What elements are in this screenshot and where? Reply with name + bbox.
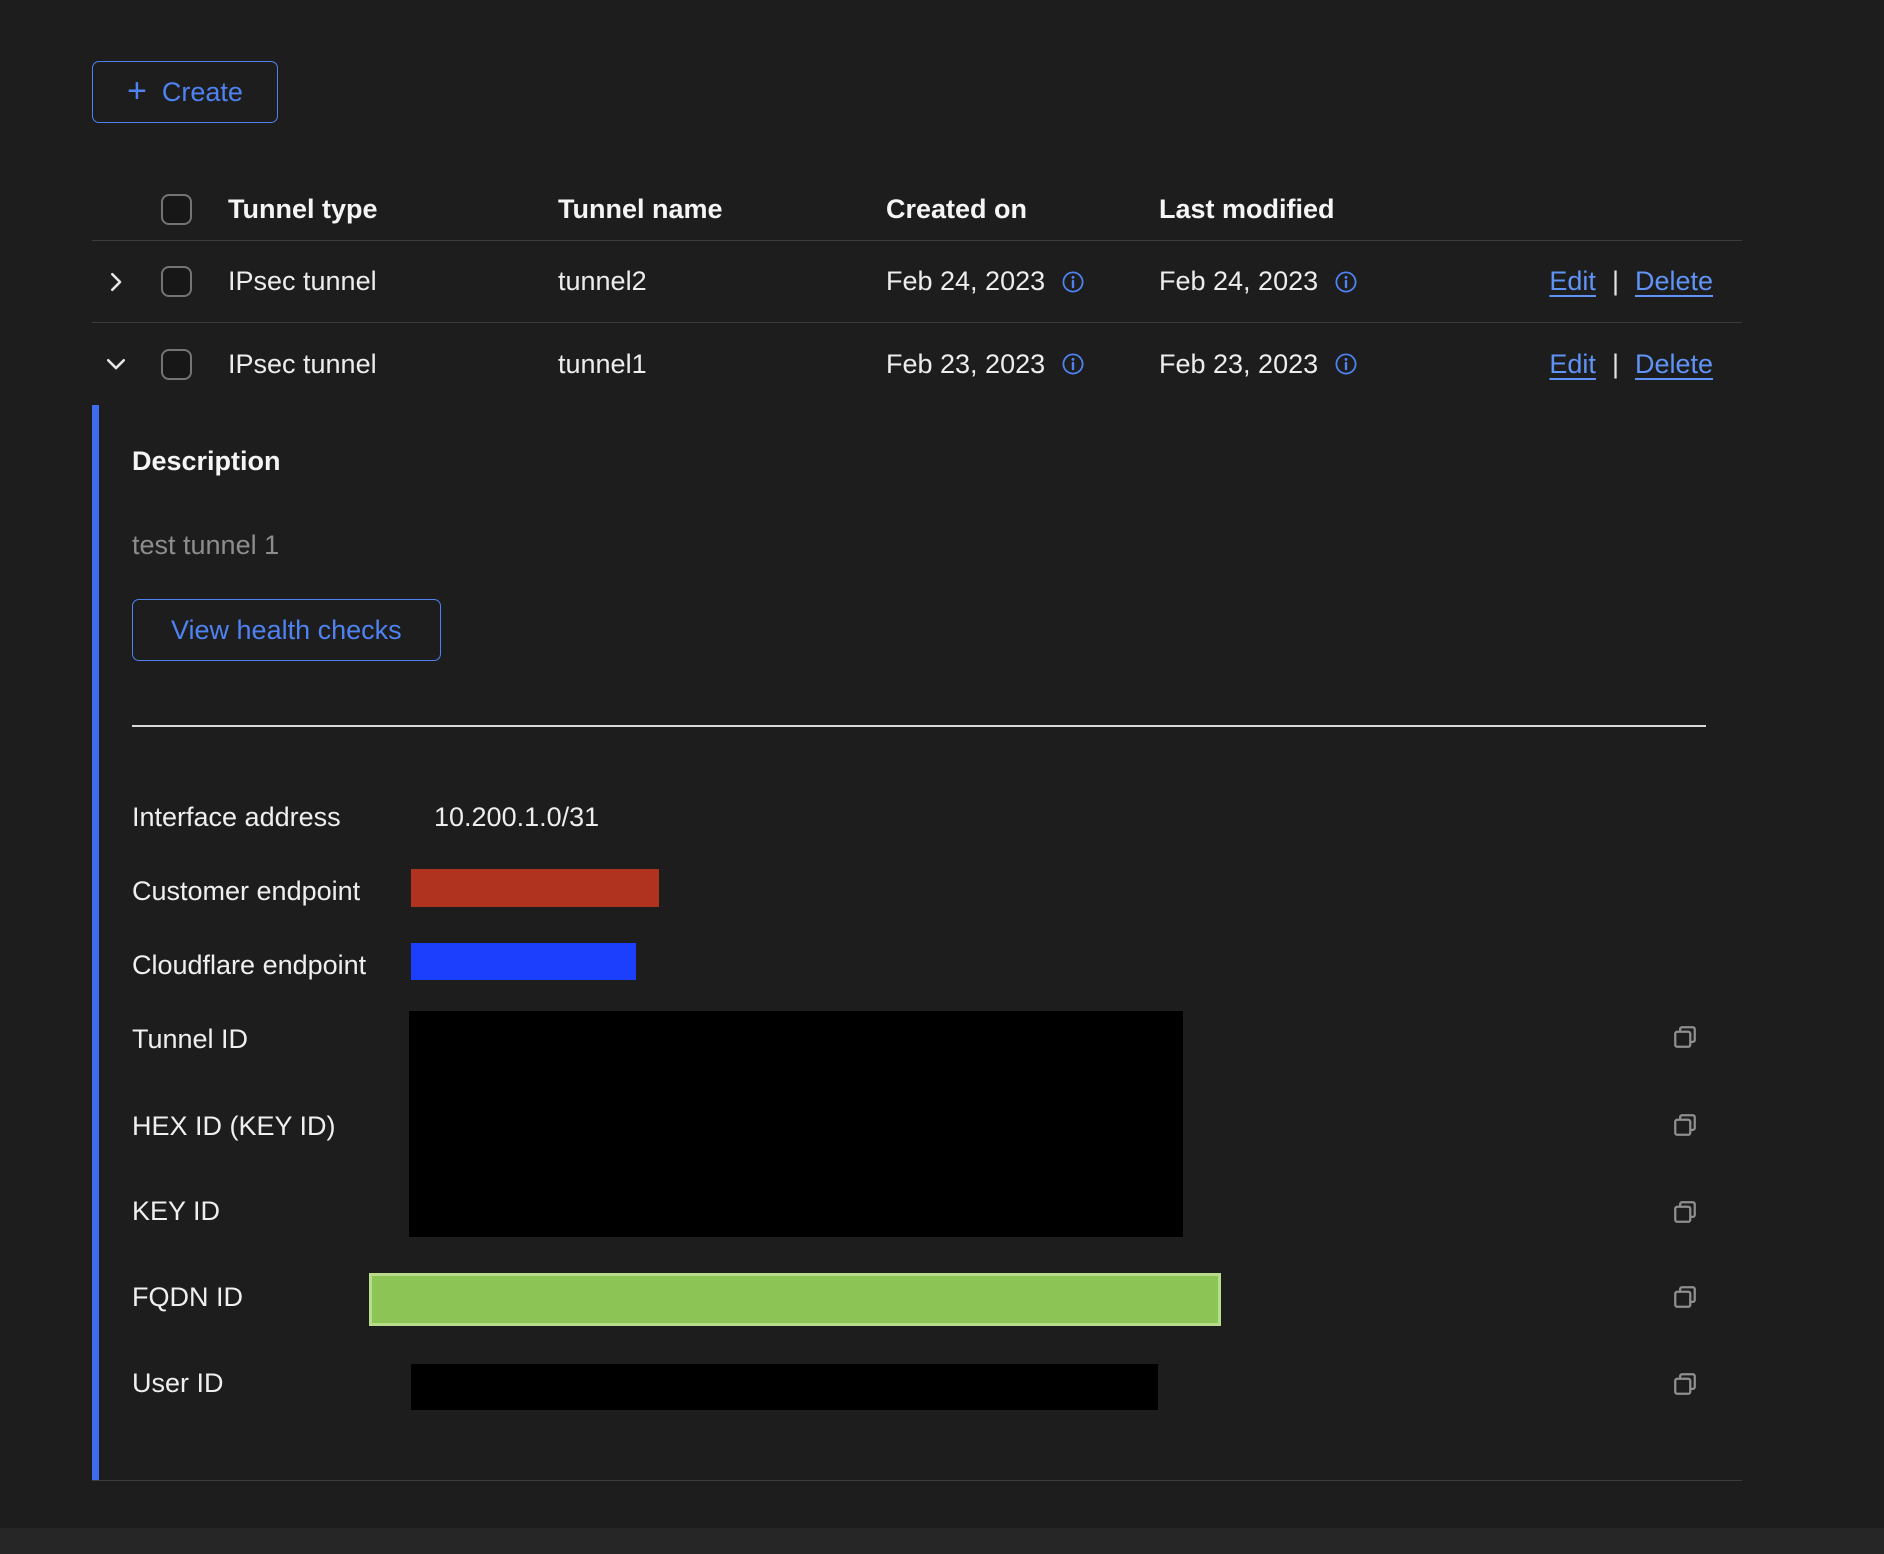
info-icon[interactable] — [1061, 270, 1085, 294]
row-checkbox-cell — [161, 349, 228, 380]
copy-icon — [1670, 1110, 1700, 1140]
tunnel-type-cell: IPsec tunnel — [228, 266, 558, 297]
view-health-checks-button[interactable]: View health checks — [132, 599, 441, 661]
user-id-label: User ID — [132, 1368, 224, 1399]
cloudflare-endpoint-redacted-value — [411, 943, 636, 980]
tunnels-page: + Create Tunnel type Tunnel name Created… — [0, 0, 1884, 1481]
interface-address-value: 10.200.1.0/31 — [434, 802, 599, 833]
collapse-row-button[interactable] — [104, 352, 128, 376]
expanded-row-indicator-bar — [92, 405, 99, 1480]
chevron-right-icon — [104, 270, 128, 294]
fqdn-id-label: FQDN ID — [132, 1282, 243, 1313]
copy-icon — [1670, 1197, 1700, 1227]
copy-fqdn-id-button[interactable] — [1670, 1282, 1700, 1312]
actions-separator: | — [1612, 349, 1619, 380]
tunnel-type-cell: IPsec tunnel — [228, 349, 558, 380]
edit-link[interactable]: Edit — [1549, 266, 1596, 297]
select-all-checkbox[interactable] — [161, 194, 192, 225]
copy-user-id-button[interactable] — [1670, 1369, 1700, 1399]
fqdn-id-redacted-value — [369, 1273, 1221, 1326]
row-actions-cell: Edit | Delete — [1451, 349, 1742, 380]
last-modified-cell: Feb 23, 2023 — [1159, 349, 1451, 380]
bottom-strip — [0, 1528, 1884, 1554]
created-on-cell: Feb 23, 2023 — [886, 349, 1159, 380]
create-button[interactable]: + Create — [92, 61, 278, 123]
copy-icon — [1670, 1282, 1700, 1312]
table-row: IPsec tunnel tunnel1 Feb 23, 2023 Feb 23… — [92, 323, 1742, 405]
last-modified-cell: Feb 24, 2023 — [1159, 266, 1451, 297]
user-id-redacted-value — [411, 1364, 1158, 1410]
customer-endpoint-label: Customer endpoint — [132, 876, 360, 907]
created-on-cell: Feb 24, 2023 — [886, 266, 1159, 297]
row-expander-cell — [92, 352, 161, 376]
copy-icon — [1670, 1022, 1700, 1052]
description-label: Description — [132, 446, 281, 477]
actions-separator: | — [1612, 266, 1619, 297]
tunnel-id-label: Tunnel ID — [132, 1024, 248, 1055]
table-header-row: Tunnel type Tunnel name Created on Last … — [92, 179, 1742, 241]
tunnels-table: Tunnel type Tunnel name Created on Last … — [92, 179, 1742, 1481]
delete-link[interactable]: Delete — [1635, 266, 1713, 297]
last-modified-value: Feb 24, 2023 — [1159, 266, 1318, 297]
tunnel-name-cell: tunnel1 — [558, 349, 886, 380]
customer-endpoint-redacted-value — [411, 869, 659, 907]
row-checkbox[interactable] — [161, 349, 192, 380]
row-expander-cell — [92, 270, 161, 294]
create-button-label: Create — [162, 77, 243, 108]
info-icon[interactable] — [1334, 270, 1358, 294]
copy-key-id-button[interactable] — [1670, 1197, 1700, 1227]
header-tunnel-type: Tunnel type — [228, 194, 558, 225]
chevron-down-icon — [104, 352, 128, 376]
row-checkbox[interactable] — [161, 266, 192, 297]
view-health-checks-label: View health checks — [171, 615, 402, 646]
edit-link[interactable]: Edit — [1549, 349, 1596, 380]
header-created-on: Created on — [886, 194, 1159, 225]
created-on-value: Feb 24, 2023 — [886, 266, 1045, 297]
plus-icon: + — [127, 74, 147, 108]
description-value: test tunnel 1 — [132, 530, 279, 561]
tunnel-name-cell: tunnel2 — [558, 266, 886, 297]
tunnel-hex-key-redacted-values — [409, 1011, 1183, 1237]
details-divider — [132, 725, 1706, 727]
last-modified-value: Feb 23, 2023 — [1159, 349, 1318, 380]
tunnel-details-panel: Description test tunnel 1 View health ch… — [92, 405, 1742, 1481]
header-last-modified: Last modified — [1159, 194, 1451, 225]
delete-link[interactable]: Delete — [1635, 349, 1713, 380]
cloudflare-endpoint-label: Cloudflare endpoint — [132, 950, 366, 981]
key-id-label: KEY ID — [132, 1196, 220, 1227]
hex-id-label: HEX ID (KEY ID) — [132, 1111, 336, 1142]
info-icon[interactable] — [1061, 352, 1085, 376]
created-on-value: Feb 23, 2023 — [886, 349, 1045, 380]
interface-address-label: Interface address — [132, 802, 341, 833]
copy-hex-id-button[interactable] — [1670, 1110, 1700, 1140]
row-checkbox-cell — [161, 266, 228, 297]
copy-tunnel-id-button[interactable] — [1670, 1022, 1700, 1052]
expand-row-button[interactable] — [104, 270, 128, 294]
table-row: IPsec tunnel tunnel2 Feb 24, 2023 Feb 24… — [92, 241, 1742, 323]
copy-icon — [1670, 1369, 1700, 1399]
header-checkbox-cell — [161, 194, 228, 225]
row-actions-cell: Edit | Delete — [1451, 266, 1742, 297]
header-tunnel-name: Tunnel name — [558, 194, 886, 225]
info-icon[interactable] — [1334, 352, 1358, 376]
